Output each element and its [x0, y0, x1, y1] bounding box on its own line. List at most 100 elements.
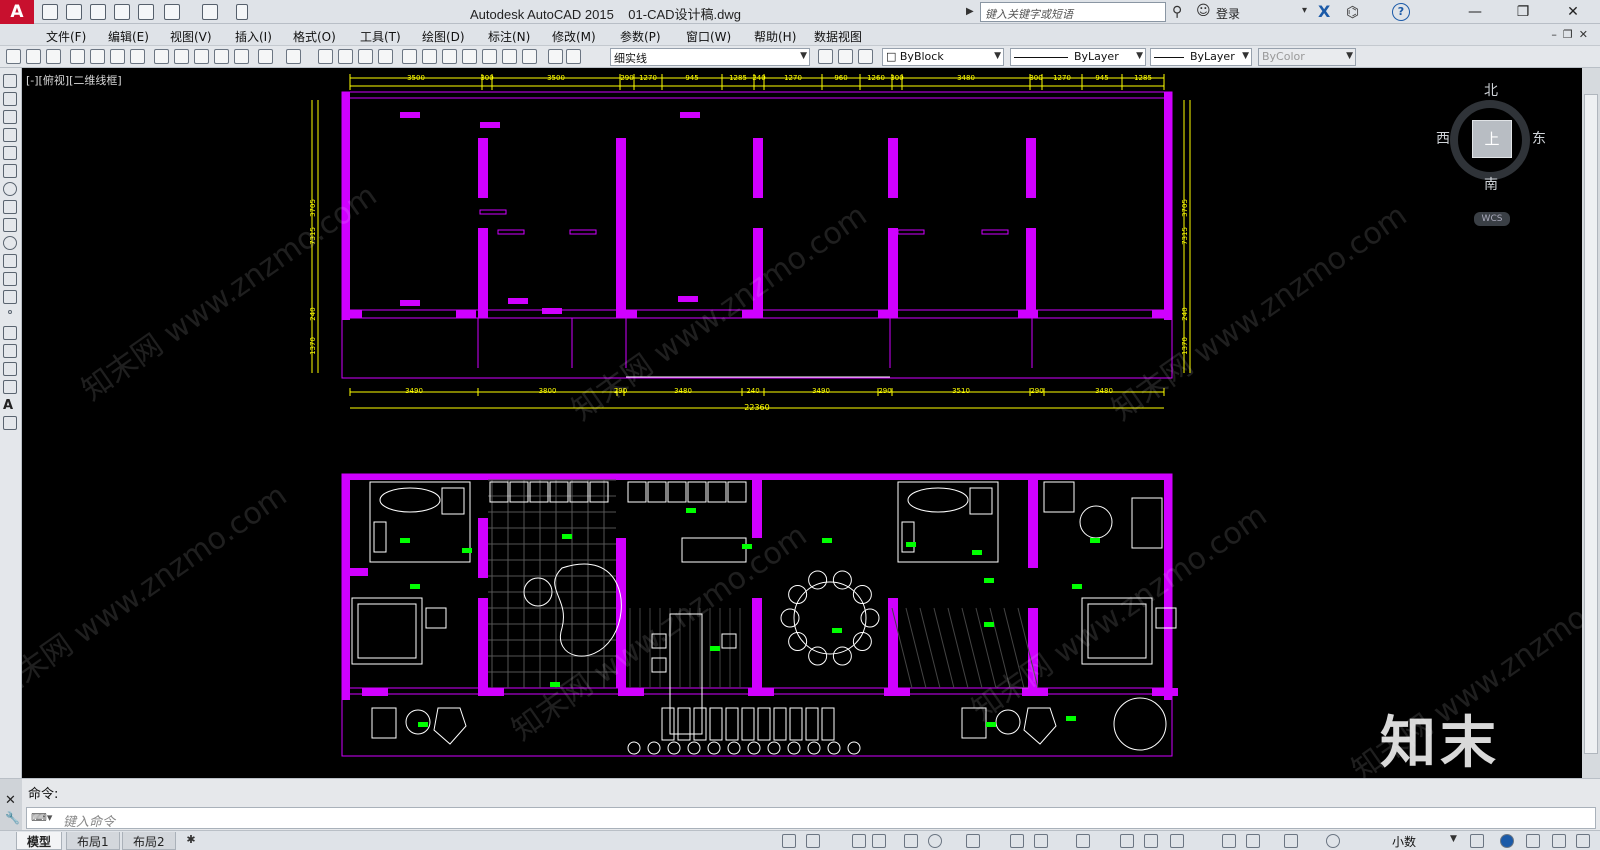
minimize-button[interactable]: — [1460, 2, 1490, 22]
undo-icon[interactable] [164, 4, 180, 20]
tab-layout1[interactable]: 布局1 [66, 832, 120, 850]
table-icon[interactable] [3, 380, 17, 394]
save-as-icon[interactable] [114, 4, 130, 20]
transparency-icon[interactable] [1120, 834, 1134, 848]
compass-north[interactable]: 北 [1484, 80, 1498, 100]
color-dropdown[interactable]: □ ByBlock ▼ [882, 48, 1004, 66]
document-window-controls[interactable]: –❐✕ [1551, 28, 1594, 41]
menu-draw[interactable]: 绘图(D) [422, 28, 465, 45]
snap-icon[interactable] [806, 834, 820, 848]
object-snap-tracking-icon[interactable] [1010, 834, 1024, 848]
dynamic-ucs-icon[interactable] [1222, 834, 1236, 848]
redo-icon[interactable] [202, 4, 218, 20]
line-icon[interactable] [3, 74, 17, 88]
vertical-scrollbar[interactable] [1582, 68, 1600, 778]
isodraft-icon[interactable] [966, 834, 980, 848]
new-file-icon[interactable] [42, 4, 58, 20]
binoculars-icon[interactable]: ⚲ [1172, 4, 1182, 20]
zoom-window-icon[interactable] [358, 49, 373, 64]
arc-icon[interactable] [3, 164, 17, 178]
menu-dimension[interactable]: 标注(N) [488, 28, 530, 45]
gizmo-icon[interactable] [1284, 834, 1298, 848]
3d-dwf-icon[interactable] [130, 49, 145, 64]
wrench-icon[interactable]: 🔧 [5, 811, 20, 825]
sheet-set-icon[interactable] [462, 49, 477, 64]
plotstyle-dropdown[interactable]: ByColor ▼ [1258, 48, 1356, 66]
hardware-acceleration-icon[interactable] [1526, 834, 1540, 848]
isolate-objects-icon[interactable] [1500, 834, 1514, 848]
dynamic-input-icon[interactable] [872, 834, 886, 848]
viewcube[interactable]: 北 南 东 西 上 WCS [1434, 80, 1550, 230]
drawing-canvas[interactable]: 3500 300 3500 290 1270 945 1285 240 1270 960 1260 3… [22, 68, 1582, 778]
infer-constraints-icon[interactable] [852, 834, 866, 848]
restore-button[interactable]: ❐ [1508, 2, 1538, 22]
tab-model[interactable]: 模型 [16, 832, 63, 850]
selection-filter-icon[interactable] [1246, 834, 1260, 848]
search-input[interactable]: 键入关键字或短语 [980, 2, 1166, 22]
linetype-dropdown[interactable]: ByLayer ▼ [1010, 48, 1146, 66]
qnew-icon[interactable] [6, 49, 21, 64]
point-icon[interactable] [8, 310, 12, 314]
make-current-layer-icon[interactable] [818, 49, 833, 64]
quick-properties-icon[interactable] [1470, 834, 1484, 848]
zoom-realtime-icon[interactable] [338, 49, 353, 64]
polar-tracking-icon[interactable] [928, 834, 942, 848]
menu-modify[interactable]: 修改(M) [552, 28, 596, 45]
units-selector[interactable]: 小数 [1392, 833, 1416, 850]
menu-edit[interactable]: 编辑(E) [108, 28, 149, 45]
close-icon[interactable]: ✕ [5, 793, 16, 808]
menu-window[interactable]: 窗口(W) [686, 28, 731, 45]
command-input[interactable]: ⌨▾ 键入命令 [26, 807, 1596, 830]
lineweight-display-icon[interactable] [1076, 834, 1090, 848]
exchange-apps-icon[interactable]: X [1318, 2, 1330, 21]
add-layout-icon[interactable]: ✱ [182, 833, 200, 849]
grid-icon[interactable] [782, 834, 796, 848]
quick-access-menu-icon[interactable] [236, 4, 248, 20]
quickcalc-icon[interactable] [502, 49, 517, 64]
polyline-icon[interactable] [3, 110, 17, 124]
revision-cloud-icon[interactable] [3, 200, 17, 214]
selection-cycling-icon[interactable] [1144, 834, 1158, 848]
add-selected-icon[interactable] [3, 416, 17, 430]
wcs-menu[interactable]: WCS [1474, 212, 1510, 226]
construction-line-icon[interactable] [3, 92, 17, 106]
design-center-icon[interactable] [422, 49, 437, 64]
user-icon[interactable]: ☺ [1196, 3, 1211, 19]
undo-toolbar-icon[interactable] [258, 49, 273, 64]
command-prompt-icon[interactable]: ⌨▾ [31, 811, 52, 824]
compass-west[interactable]: 西 [1436, 128, 1450, 148]
command-line-grip[interactable]: ✕ 🔧 [0, 779, 22, 831]
properties-icon[interactable] [402, 49, 417, 64]
menu-insert[interactable]: 插入(I) [235, 28, 272, 45]
viewcube-top-face[interactable]: 上 [1472, 120, 1512, 158]
block-editor-icon[interactable] [234, 49, 249, 64]
autocad-logo-icon[interactable]: A [0, 0, 34, 24]
cut-icon[interactable] [154, 49, 169, 64]
hatch-icon[interactable] [3, 326, 17, 340]
close-button[interactable]: ✕ [1558, 2, 1588, 22]
chevron-down-icon[interactable]: ▼ [1450, 834, 1457, 844]
layer-previous-icon[interactable] [838, 49, 853, 64]
compass-east[interactable]: 东 [1532, 128, 1546, 148]
search-expand-icon[interactable]: ▶ [966, 3, 976, 21]
scrollbar-thumb[interactable] [1584, 94, 1598, 754]
copy-icon[interactable] [174, 49, 189, 64]
clean-screen-icon[interactable] [1552, 834, 1566, 848]
markup-icon[interactable] [482, 49, 497, 64]
layer-dropdown[interactable]: 细实线 ▼ [610, 48, 810, 66]
region-icon[interactable] [3, 362, 17, 376]
gradient-icon[interactable] [3, 344, 17, 358]
help-toolbar-icon[interactable] [522, 49, 537, 64]
help-icon[interactable]: ? [1392, 3, 1410, 21]
login-link[interactable]: 登录 [1216, 5, 1240, 22]
menu-tools[interactable]: 工具(T) [360, 28, 401, 45]
lineweight-dropdown[interactable]: ByLayer ▼ [1150, 48, 1252, 66]
open-icon[interactable] [26, 49, 41, 64]
match-properties-icon[interactable] [214, 49, 229, 64]
pan-icon[interactable] [318, 49, 333, 64]
layer-bulb-icon[interactable] [566, 49, 581, 64]
tool-palettes-icon[interactable] [442, 49, 457, 64]
circle-icon[interactable] [3, 182, 17, 196]
make-block-icon[interactable] [3, 290, 17, 304]
plot-icon[interactable] [138, 4, 154, 20]
